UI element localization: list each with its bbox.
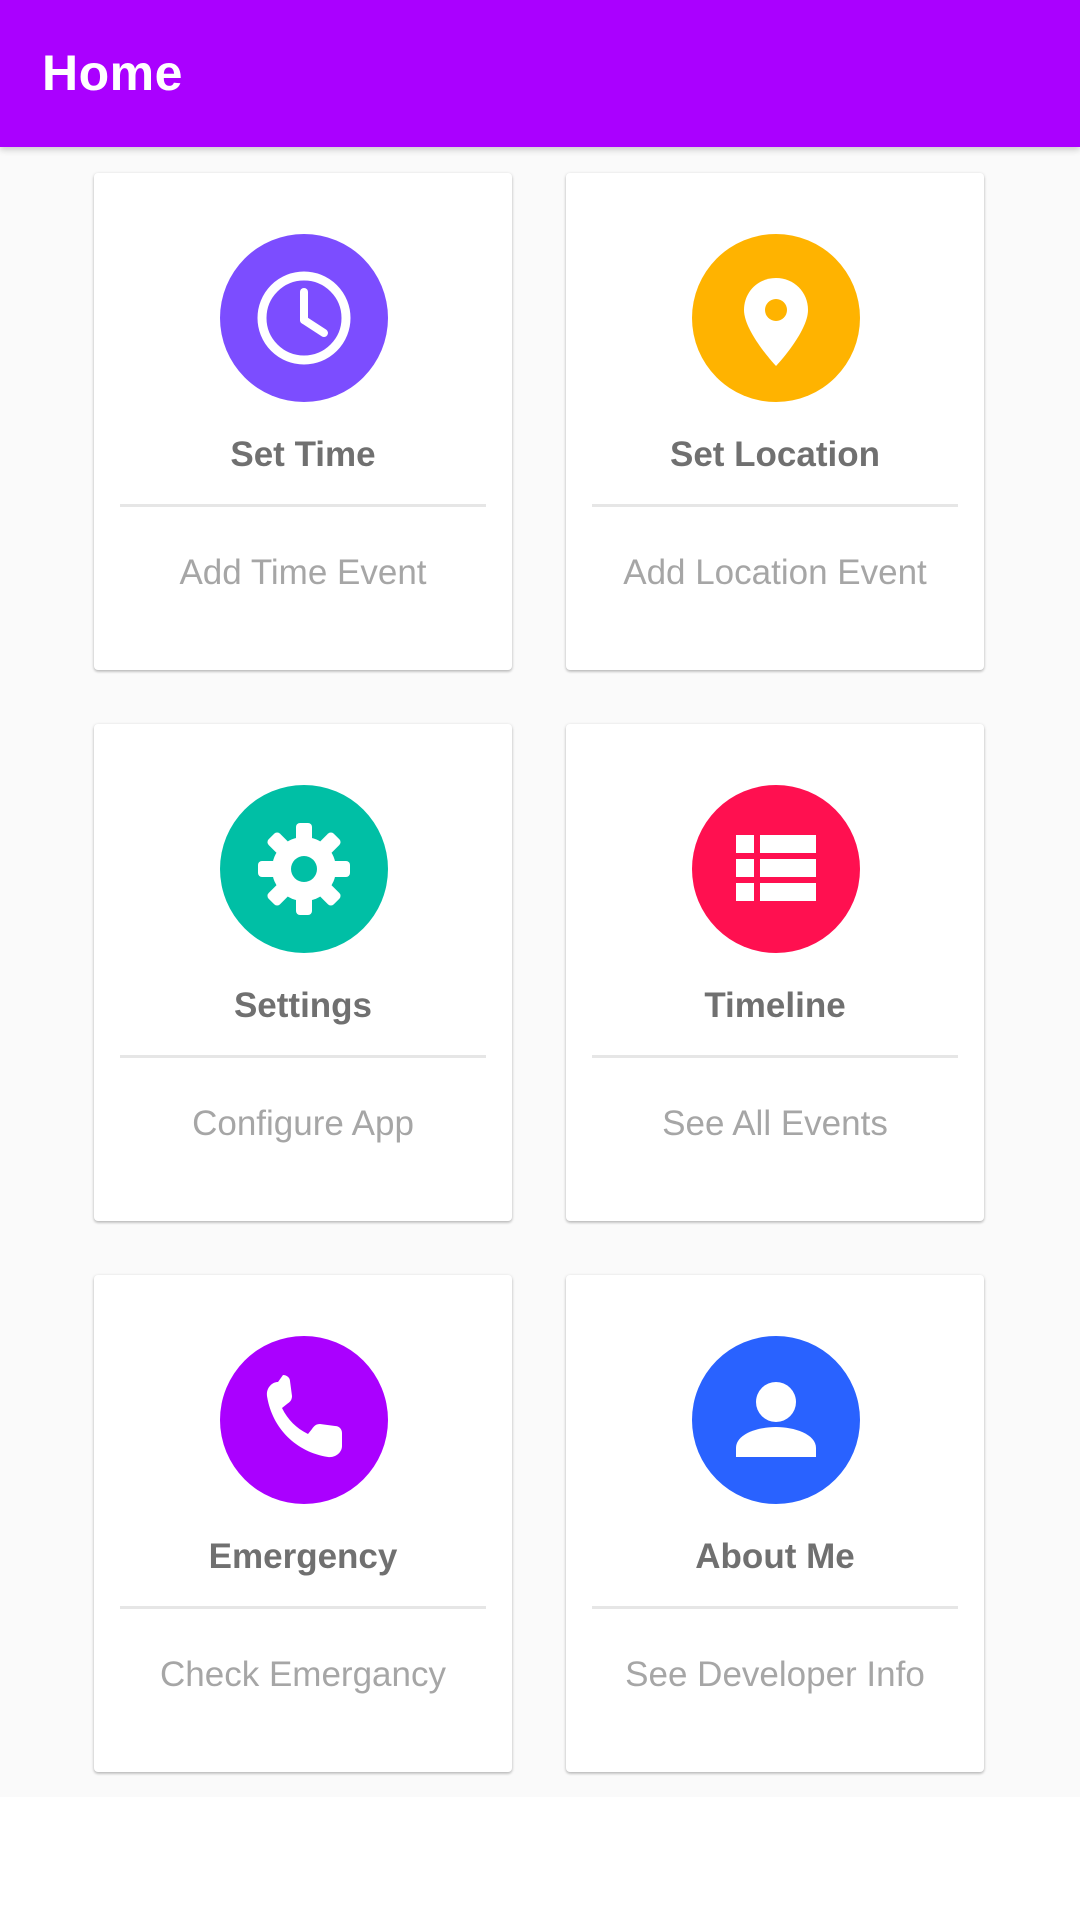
card-subtitle: See Developer Info [625,1655,925,1694]
set-time-card[interactable]: Set Time Add Time Event [94,173,512,670]
divider [120,1606,486,1609]
divider [120,1055,486,1058]
divider [120,504,486,507]
card-subtitle: Check Emergancy [160,1655,446,1694]
settings-card[interactable]: Settings Configure App [94,724,512,1221]
card-subtitle: Configure App [192,1104,414,1143]
list-icon [692,785,860,953]
divider [592,1055,958,1058]
card-subtitle: See All Events [662,1104,888,1143]
about-me-card[interactable]: About Me See Developer Info [566,1275,984,1772]
card-title: Set Time [230,435,376,474]
card-title: Settings [233,986,373,1025]
card-title: Emergency [208,1537,398,1576]
phone-icon [220,1336,388,1504]
set-location-card[interactable]: Set Location Add Location Event [566,173,984,670]
location-pin-icon [692,234,860,402]
card-subtitle: Add Location Event [623,553,927,592]
person-icon [692,1336,860,1504]
divider [592,1606,958,1609]
card-title: Timeline [704,986,846,1025]
divider [592,504,958,507]
page-title: Home [42,45,183,101]
clock-icon [220,234,388,402]
timeline-card[interactable]: Timeline See All Events [566,724,984,1221]
emergency-card[interactable]: Emergency Check Emergancy [94,1275,512,1772]
app-bar: Home [0,0,1080,147]
dashboard-grid: Set Time Add Time Event Set Location Add… [0,147,1080,1797]
gear-icon [220,785,388,953]
card-subtitle: Add Time Event [179,553,427,592]
card-title: About Me [695,1537,855,1576]
card-title: Set Location [669,435,881,474]
